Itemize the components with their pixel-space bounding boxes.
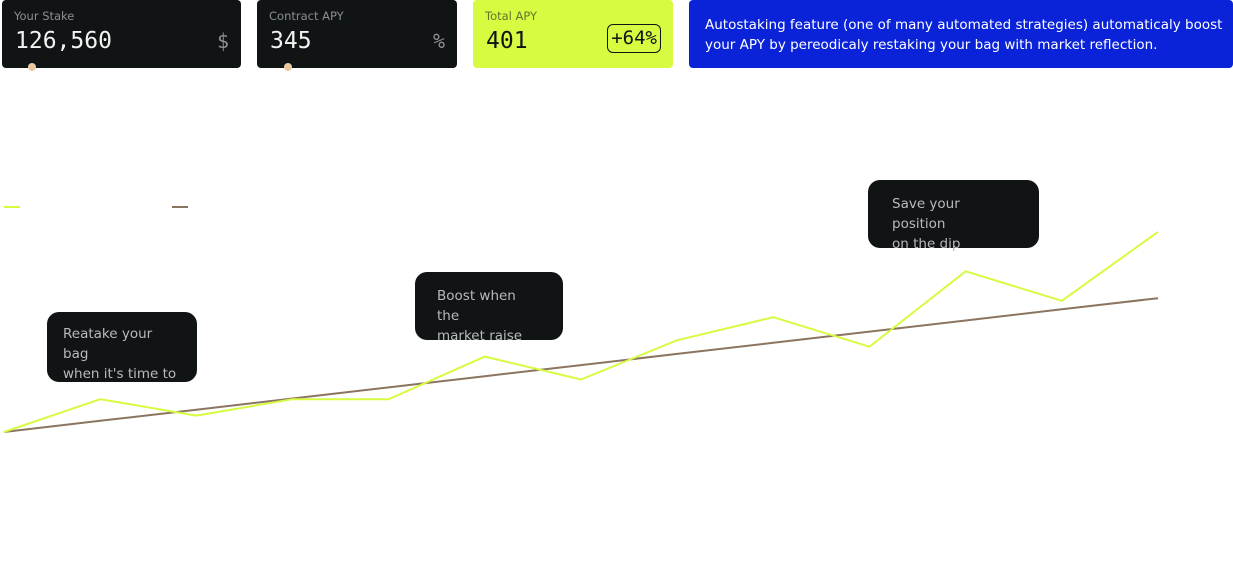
restake-tooltip-line1: Reatake your bag	[63, 326, 153, 362]
boost-tooltip: Boost when the market raise	[415, 272, 563, 344]
apy-growth-chart	[3, 206, 1159, 433]
boost-tooltip-line2: market raise	[437, 328, 523, 344]
dip-tooltip: Save your position on the dip	[868, 180, 1039, 252]
boost-tooltip-line1: Boost when the	[437, 288, 516, 324]
restake-tooltip-line2: when it's time to	[63, 366, 177, 382]
dip-tooltip-line2: on the dip	[892, 236, 961, 252]
dip-tooltip-line1: Save your position	[892, 196, 960, 232]
restake-tooltip: Reatake your bag when it's time to	[47, 312, 197, 382]
